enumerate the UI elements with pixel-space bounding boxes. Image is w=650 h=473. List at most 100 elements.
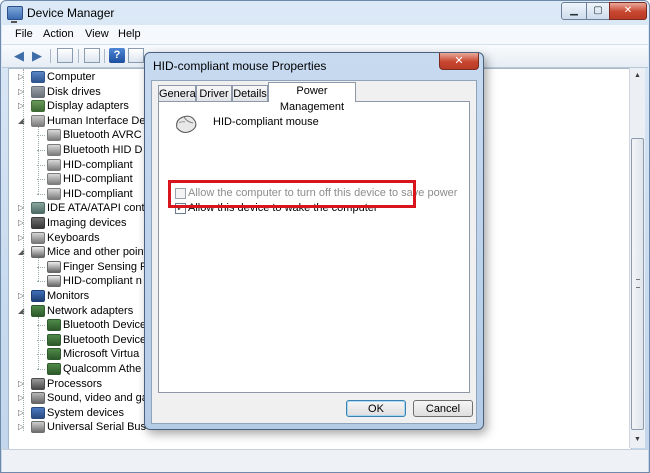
expand-icon[interactable]: ▷	[18, 233, 26, 242]
expand-icon[interactable]: ▷	[18, 102, 26, 110]
vertical-scrollbar[interactable]: ▲ ▼	[629, 68, 645, 448]
menu-view[interactable]: View	[85, 28, 109, 40]
tree-item[interactable]: HID-compliant	[9, 172, 149, 187]
tree-item[interactable]: ▷ System devices	[9, 406, 149, 421]
tree-item[interactable]: ▷ Processors	[9, 377, 149, 392]
tree-item[interactable]: ▷ Monitors	[9, 289, 149, 304]
tree-item[interactable]: ▷ Imaging devices	[9, 216, 149, 231]
tree-connector	[23, 69, 24, 431]
network-adapter-icon	[31, 304, 45, 317]
tab-power-management[interactable]: Power Management	[268, 82, 356, 113]
action-pane-icon[interactable]	[128, 48, 144, 63]
tree-item[interactable]: Qualcomm Athe	[9, 362, 149, 377]
ide-controller-icon	[31, 202, 45, 215]
tree-item[interactable]: ◢ Mice and other point	[9, 245, 149, 260]
collapse-icon[interactable]: ◢	[18, 116, 26, 125]
network-adapter-icon	[47, 333, 61, 346]
properties-icon[interactable]	[84, 48, 100, 63]
tree-item-label: Bluetooth Device	[63, 319, 147, 332]
expand-icon[interactable]: ▷	[18, 219, 26, 227]
dialog-close-button[interactable]: ✕	[439, 53, 479, 70]
cancel-button[interactable]: Cancel	[413, 400, 473, 417]
arrow-right-icon[interactable]: ▶	[29, 48, 45, 63]
camera-icon	[31, 217, 45, 229]
tab-driver[interactable]: Driver	[196, 85, 232, 101]
tree-item[interactable]: Bluetooth AVRC	[9, 128, 149, 143]
mouse-icon	[176, 115, 197, 133]
expand-icon[interactable]: ▷	[18, 292, 26, 300]
menu-bar: File Action View Help	[2, 25, 648, 45]
menu-action[interactable]: Action	[43, 28, 74, 40]
menu-help[interactable]: Help	[118, 28, 141, 40]
tree-item-label: Human Interface De	[47, 114, 146, 127]
tree-item-label: Processors	[47, 377, 103, 390]
system-device-icon	[31, 406, 45, 419]
ok-button[interactable]: OK	[346, 400, 406, 417]
expand-icon[interactable]: ▷	[18, 73, 26, 81]
hid-device-icon	[47, 129, 61, 142]
arrow-left-icon[interactable]: ◀	[11, 48, 27, 63]
tree-item[interactable]: ▷ Sound, video and ga	[9, 391, 149, 406]
tree-connector	[38, 316, 39, 369]
expand-icon[interactable]: ▷	[18, 408, 26, 417]
network-adapter-icon	[47, 363, 61, 375]
title-bar[interactable]: Device Manager ▁ ▢ ✕	[1, 1, 649, 25]
tree-item[interactable]: Bluetooth HID D	[9, 143, 149, 158]
tree-item[interactable]: ◢ Human Interface De	[9, 114, 149, 129]
tree-item[interactable]: ◢ Network adapters	[9, 304, 149, 319]
maximize-button[interactable]: ▢	[586, 2, 610, 20]
tree-item-label: Mice and other point	[47, 246, 147, 259]
minimize-button[interactable]: ▁	[561, 2, 587, 20]
tree-item[interactable]: HID-compliant	[9, 187, 149, 202]
help-icon[interactable]: ?	[109, 48, 125, 63]
tree-item[interactable]: ▷ Disk drives	[9, 85, 149, 100]
tree-item[interactable]: ▷ Keyboards	[9, 231, 149, 246]
collapse-icon[interactable]: ◢	[18, 248, 26, 256]
display-adapter-icon	[31, 100, 45, 113]
show-hide-console-tree-icon[interactable]	[57, 48, 73, 63]
tree-item[interactable]: HID-compliant n	[9, 274, 149, 289]
tree-item[interactable]: Bluetooth Device	[9, 333, 149, 348]
tree-item[interactable]: Finger Sensing P	[9, 260, 149, 275]
tree-item[interactable]: Microsoft Virtua	[9, 347, 149, 362]
tree-item-label: HID-compliant n	[63, 275, 142, 288]
toolbar-separator	[78, 49, 79, 63]
tab-details[interactable]: Details	[232, 85, 268, 101]
tree-item[interactable]: Bluetooth Device	[9, 318, 149, 333]
device-name: HID-compliant mouse	[213, 116, 319, 128]
grip-icon	[636, 279, 640, 288]
tree-item[interactable]: HID-compliant	[9, 158, 149, 173]
tree-item-label: Sound, video and ga	[47, 392, 148, 405]
tree-connector	[38, 258, 39, 282]
mouse-icon	[31, 246, 45, 259]
scroll-down-icon[interactable]: ▼	[630, 432, 645, 447]
expand-icon[interactable]: ▷	[18, 204, 26, 212]
tree-item[interactable]: ▷ IDE ATA/ATAPI cont	[9, 201, 149, 216]
dialog-title: HID-compliant mouse Properties	[153, 59, 327, 73]
tree-item[interactable]: ▷ Display adapters	[9, 99, 149, 114]
scrollbar-thumb[interactable]	[631, 138, 644, 430]
hid-device-icon	[47, 187, 61, 200]
tree-item-label: Computer	[47, 71, 96, 83]
tree-item[interactable]: ▷ Universal Serial Bus controllers	[9, 420, 200, 435]
expand-icon[interactable]: ▷	[18, 423, 26, 431]
expand-icon[interactable]: ▷	[18, 379, 26, 388]
hid-device-icon	[47, 173, 61, 186]
status-bar	[2, 449, 648, 472]
expand-icon[interactable]: ▷	[18, 394, 26, 402]
scroll-up-icon[interactable]: ▲	[630, 68, 645, 83]
tree-item-label: HID-compliant	[63, 187, 133, 200]
collapse-icon[interactable]: ◢	[18, 306, 26, 315]
tree-item-label: Bluetooth HID D	[63, 144, 143, 156]
usb-icon	[31, 421, 45, 434]
menu-file[interactable]: File	[15, 28, 33, 40]
keyboard-icon	[31, 231, 45, 244]
tree-item-label: Bluetooth AVRC	[63, 129, 142, 142]
close-button[interactable]: ✕	[609, 2, 647, 20]
tree-item[interactable]: ▷ Computer	[9, 70, 149, 85]
hid-device-icon	[47, 144, 61, 156]
expand-icon[interactable]: ▷	[18, 87, 26, 96]
tree-item-label: Bluetooth Device	[63, 333, 147, 346]
tree-connector	[38, 126, 39, 194]
tab-general[interactable]: General	[158, 85, 198, 101]
